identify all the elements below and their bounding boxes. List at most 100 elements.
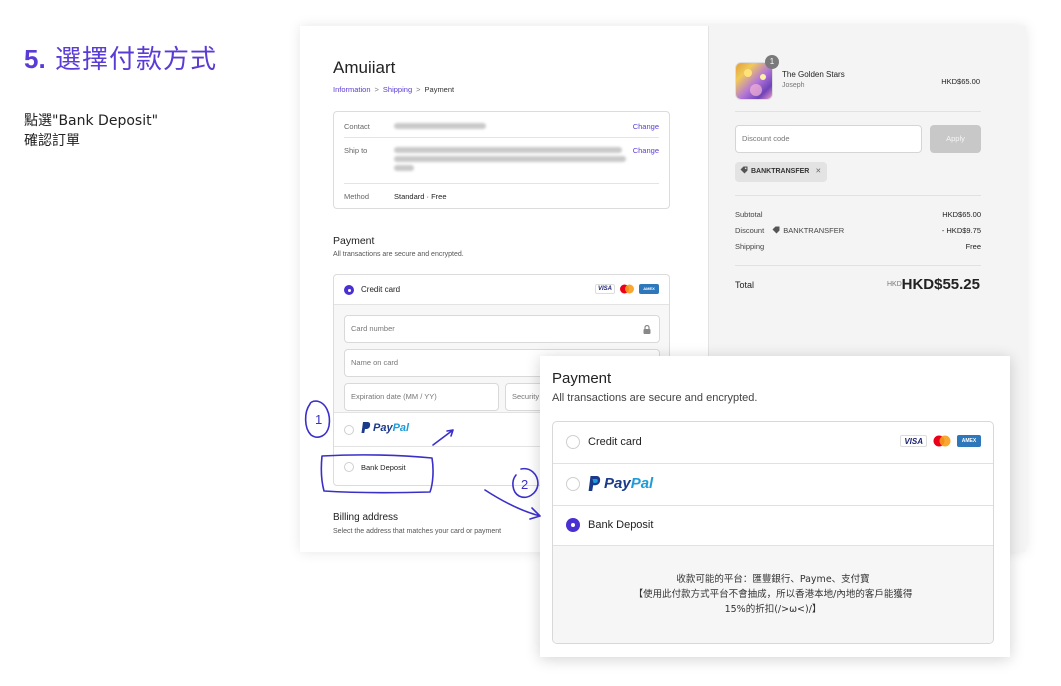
zoom-bank-deposit-radio[interactable]	[566, 518, 580, 532]
ship-value-redacted	[394, 147, 622, 153]
zoom-credit-card-radio[interactable]	[566, 435, 580, 449]
discount-row: Discount BANKTRANSFER - HKD$9.75	[735, 226, 981, 236]
card-number-placeholder: Card number	[351, 324, 395, 333]
zoom-bank-deposit-option[interactable]: Bank Deposit	[553, 506, 993, 546]
paypal-radio[interactable]	[344, 425, 354, 435]
breadcrumb-payment: Payment	[424, 85, 455, 94]
apply-button[interactable]: Apply	[930, 125, 981, 153]
zoom-paypal-radio[interactable]	[566, 477, 580, 491]
payment-zoom-panel: Payment All transactions are secure and …	[540, 356, 1010, 657]
shipping-value: Free	[965, 242, 981, 251]
subtotal-row: Subtotal HKD$65.00	[735, 210, 981, 220]
zoom-payment-heading: Payment	[552, 370, 612, 387]
bank-info-line3: 15%的折扣(/>ω<)/】	[724, 604, 822, 615]
zoom-credit-card-option[interactable]: Credit card VISA AMEX	[553, 422, 993, 464]
total-currency: HKD	[887, 281, 902, 288]
paypal-pal-text: Pal	[392, 421, 410, 434]
security-placeholder: Security	[512, 392, 540, 401]
zoom-card-brands: VISA AMEX	[900, 435, 981, 447]
paypal-pay-text: Pay	[373, 421, 393, 434]
contact-value-redacted	[394, 123, 486, 129]
step-desc-line1: 點選"Bank Deposit"	[24, 113, 159, 129]
billing-subheading: Select the address that matches your car…	[333, 528, 502, 535]
zoom-paypal-option[interactable]: PayPal	[553, 464, 993, 506]
credit-card-radio[interactable]	[344, 285, 354, 295]
payment-heading: Payment	[333, 235, 375, 247]
method-label: Method	[344, 192, 370, 201]
subtotal-label: Subtotal	[735, 210, 763, 219]
discount-label-group: Discount BANKTRANSFER	[735, 226, 844, 235]
review-divider	[344, 137, 659, 138]
shipping-label: Shipping	[735, 242, 765, 251]
credit-card-option[interactable]: Credit card VISA AMEX	[334, 275, 669, 305]
paypal-pay-text: Pay	[604, 475, 631, 492]
step-title-text: 選擇付款方式	[54, 45, 217, 75]
bank-deposit-radio[interactable]	[344, 462, 354, 472]
expiration-placeholder: Expiration date (MM / YY)	[351, 392, 437, 401]
discount-tag-label: BANKTRANSFER	[751, 168, 810, 175]
ship-label: Ship to	[344, 146, 368, 155]
review-divider	[344, 183, 659, 184]
step-title: 5. 選擇付款方式	[24, 39, 217, 76]
product-author: Joseph	[782, 82, 805, 89]
bank-deposit-info: 收款可能的平台：匯豐銀行、Payme、支付寶 【使用此付款方式平台不會抽成，所以…	[553, 546, 993, 643]
contact-label: Contact	[344, 122, 370, 131]
step-description: 點選"Bank Deposit" 確認訂單	[24, 111, 158, 151]
card-number-input[interactable]: Card number	[344, 315, 660, 343]
store-name: Amuiiart	[333, 58, 396, 77]
contact-change-link[interactable]: Change	[633, 122, 659, 131]
remove-tag-icon[interactable]: ✕	[815, 168, 821, 175]
bank-info-line2: 【使用此付款方式平台不會抽成，所以香港本地/內地的客戶能獲得	[633, 589, 913, 600]
lock-icon	[643, 325, 651, 334]
breadcrumb-information[interactable]: Information	[333, 85, 371, 94]
discount-code-input[interactable]: Discount code	[735, 125, 922, 153]
total-label: Total	[735, 280, 755, 290]
discount-tag-chip: BANKTRANSFER ✕	[735, 162, 828, 182]
summary-divider	[735, 111, 981, 112]
product-price: HKD$65.00	[941, 77, 980, 86]
paypal-icon	[588, 476, 601, 491]
visa-icon: VISA	[900, 435, 927, 447]
breadcrumb-separator: >	[374, 85, 379, 94]
ship-value-redacted	[394, 165, 414, 171]
ship-change-link[interactable]: Change	[633, 146, 659, 155]
name-on-card-placeholder: Name on card	[351, 358, 399, 367]
tag-icon	[740, 166, 748, 174]
payment-subheading: All transactions are secure and encrypte…	[333, 251, 464, 258]
step-desc-line2: 確認訂單	[24, 133, 80, 149]
shipping-row: Shipping Free	[735, 242, 981, 252]
breadcrumb-separator: >	[416, 85, 421, 94]
product-name: The Golden Stars	[782, 70, 845, 79]
method-value: Standard · Free	[394, 192, 447, 201]
breadcrumb: Information > Shipping > Payment	[333, 85, 454, 94]
expiration-input[interactable]: Expiration date (MM / YY)	[344, 383, 499, 411]
paypal-logo: PayPal	[361, 421, 409, 434]
bank-deposit-label: Bank Deposit	[361, 463, 406, 472]
zoom-bank-deposit-label: Bank Deposit	[588, 519, 654, 531]
zoom-payment-subheading: All transactions are secure and encrypte…	[552, 392, 758, 404]
amex-icon: AMEX	[957, 435, 981, 447]
step-number: 5.	[24, 44, 46, 74]
subtotal-value: HKD$65.00	[942, 210, 981, 219]
zoom-payment-methods-box: Credit card VISA AMEX PayPal Bank Deposi…	[552, 421, 994, 644]
paypal-pal-text: Pal	[630, 475, 654, 492]
amex-icon: AMEX	[639, 284, 659, 294]
total-value: HKD$55.25	[901, 276, 980, 293]
visa-icon: VISA	[594, 284, 615, 294]
mastercard-icon	[933, 435, 951, 447]
bank-info-line1: 收款可能的平台：匯豐銀行、Payme、支付寶	[676, 574, 870, 585]
product-artwork-icon	[744, 69, 766, 96]
zoom-paypal-logo: PayPal	[588, 475, 653, 492]
discount-code: BANKTRANSFER	[783, 226, 845, 235]
discount-value: - HKD$9.75	[941, 226, 981, 235]
billing-heading: Billing address	[333, 512, 399, 523]
summary-divider	[735, 195, 981, 196]
card-brands: VISA AMEX	[594, 284, 659, 294]
mastercard-icon	[620, 284, 634, 294]
breadcrumb-shipping[interactable]: Shipping	[383, 85, 412, 94]
paypal-icon	[361, 422, 371, 433]
summary-divider	[735, 265, 981, 266]
discount-label: Discount	[735, 226, 765, 235]
product-quantity-badge: 1	[765, 55, 779, 69]
tag-icon	[772, 226, 780, 234]
